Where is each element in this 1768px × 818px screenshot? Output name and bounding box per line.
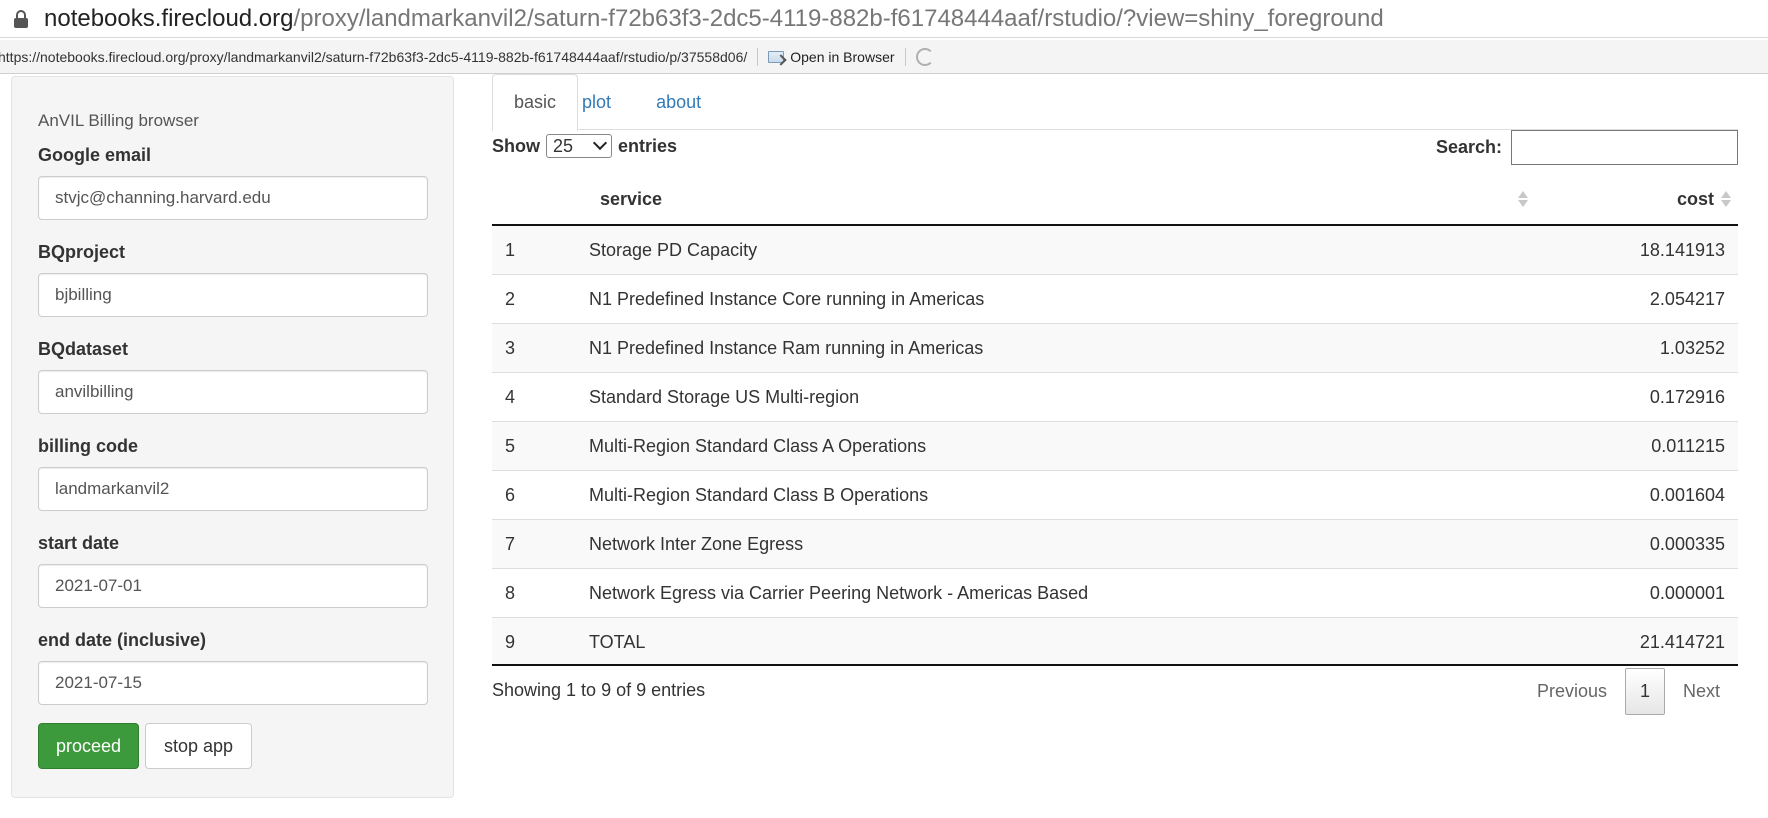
next-page-button[interactable]: Next — [1665, 668, 1738, 715]
table-row: 6 Multi-Region Standard Class B Operatio… — [492, 471, 1738, 520]
column-header-service[interactable]: service — [600, 189, 662, 210]
table-row: 8 Network Egress via Carrier Peering Net… — [492, 569, 1738, 618]
service-cell: N1 Predefined Instance Core running in A… — [589, 289, 985, 309]
service-cell: N1 Predefined Instance Ram running in Am… — [589, 338, 984, 358]
lock-icon — [14, 9, 28, 28]
url-path: /proxy/landmarkanvil2/saturn-f72b63f3-2d… — [293, 4, 1384, 32]
entries-label: entries — [618, 135, 678, 156]
end-date-field[interactable]: 2021-07-15 — [38, 661, 428, 705]
table-row: 3 N1 Predefined Instance Ram running in … — [492, 324, 1738, 373]
bqproject-field[interactable]: bjbilling — [38, 273, 428, 317]
start-date-label: start date — [38, 533, 120, 553]
row-index: 8 — [505, 583, 516, 603]
table-row: 1 Storage PD Capacity 18.141913 — [492, 226, 1738, 275]
row-index: 4 — [505, 387, 516, 407]
cost-cell: 0.000335 — [1649, 534, 1725, 554]
page-length-control: Show 25 entries — [492, 132, 677, 160]
previous-page-button[interactable]: Previous — [1519, 668, 1625, 715]
sort-icon[interactable] — [1518, 189, 1528, 209]
service-cell: Network Egress via Carrier Peering Netwo… — [589, 583, 1089, 603]
row-index: 3 — [505, 338, 516, 358]
table-body: 1 Storage PD Capacity 18.141913 2 N1 Pre… — [492, 226, 1738, 666]
address-text[interactable]: notebooks.firecloud.org/proxy/landmarkan… — [44, 5, 1384, 33]
cost-cell: 0.172916 — [1649, 387, 1725, 407]
entries-select[interactable]: 25 — [546, 134, 612, 158]
browser-url-bar[interactable]: notebooks.firecloud.org/proxy/landmarkan… — [0, 0, 1768, 38]
row-index: 7 — [505, 534, 516, 554]
proceed-button[interactable]: proceed — [38, 723, 139, 769]
service-cell: TOTAL — [589, 632, 646, 652]
row-index: 6 — [505, 485, 516, 505]
table-row: 4 Standard Storage US Multi-region 0.172… — [492, 373, 1738, 422]
service-cell: Multi-Region Standard Class B Operations — [589, 485, 929, 505]
service-cell: Storage PD Capacity — [589, 240, 758, 260]
tab-bar: basic plot about — [492, 74, 1738, 131]
cost-cell: 0.000001 — [1649, 583, 1725, 603]
cost-cell: 0.011215 — [1651, 436, 1725, 456]
toolbar-divider — [904, 47, 906, 66]
service-cell: Standard Storage US Multi-region — [589, 387, 860, 407]
cost-cell: 1.03252 — [1659, 338, 1725, 358]
main-panel: basic plot about Show 25 entries Search:… — [492, 74, 1738, 794]
table-info: Showing 1 to 9 of 9 entries — [492, 680, 706, 700]
cost-cell: 2.054217 — [1649, 289, 1725, 309]
open-window-icon — [768, 50, 785, 63]
open-in-browser-button[interactable]: Open in Browser — [768, 48, 895, 65]
table-header: service cost — [492, 175, 1738, 226]
row-index: 1 — [505, 240, 516, 260]
action-buttons: proceed stop app — [38, 723, 427, 769]
cost-cell: 21.414721 — [1639, 632, 1725, 652]
open-in-browser-label: Open in Browser — [790, 48, 895, 65]
service-cell: Multi-Region Standard Class A Operations — [589, 436, 927, 456]
row-index: 5 — [505, 436, 516, 456]
input-sidebar: AnVIL Billing browser Google email stvjc… — [11, 76, 454, 798]
table-row-total: 9 TOTAL 21.414721 — [492, 618, 1738, 666]
end-date-label: end date (inclusive) — [38, 630, 207, 650]
sort-icon[interactable] — [1721, 189, 1731, 209]
toolbar-divider — [757, 47, 759, 66]
cost-cell: 0.001604 — [1649, 485, 1725, 505]
viewer-url: https://notebooks.firecloud.org/proxy/la… — [0, 48, 748, 65]
start-date-field[interactable]: 2021-07-01 — [38, 564, 428, 608]
billing-code-field[interactable]: landmarkanvil2 — [38, 467, 428, 511]
show-label: Show — [492, 135, 540, 156]
entries-select-value: 25 — [553, 135, 574, 156]
bqdataset-label: BQdataset — [38, 339, 129, 359]
bqproject-label: BQproject — [38, 242, 126, 262]
table-search: Search: — [1436, 130, 1738, 165]
page-1-button[interactable]: 1 — [1624, 668, 1665, 715]
table-row: 2 N1 Predefined Instance Core running in… — [492, 275, 1738, 324]
app-title: AnVIL Billing browser — [38, 111, 199, 130]
row-index: 9 — [505, 632, 516, 652]
tab-basic[interactable]: basic — [492, 74, 579, 131]
search-label: Search: — [1435, 137, 1502, 157]
google-email-field[interactable]: stvjc@channing.harvard.edu — [38, 176, 428, 220]
search-input[interactable] — [1511, 130, 1738, 165]
cost-cell: 18.141913 — [1639, 240, 1725, 260]
viewer-toolbar: https://notebooks.firecloud.org/proxy/la… — [0, 40, 1768, 74]
pagination: Previous 1 Next — [1519, 668, 1738, 715]
tab-about[interactable]: about — [633, 74, 722, 130]
chevron-down-icon — [592, 135, 608, 151]
column-header-cost[interactable]: cost — [1677, 189, 1714, 210]
tab-plot[interactable]: plot — [578, 74, 633, 130]
refresh-icon[interactable] — [915, 47, 934, 66]
service-cell: Network Inter Zone Egress — [589, 534, 804, 554]
table-row: 7 Network Inter Zone Egress 0.000335 — [492, 520, 1738, 569]
bqdataset-field[interactable]: anvilbilling — [38, 370, 428, 414]
billing-code-label: billing code — [38, 436, 139, 456]
google-email-label: Google email — [38, 145, 152, 165]
row-index: 2 — [505, 289, 516, 309]
table-row: 5 Multi-Region Standard Class A Operatio… — [492, 422, 1738, 471]
url-host: notebooks.firecloud.org — [44, 4, 294, 32]
stop-app-button[interactable]: stop app — [145, 723, 252, 769]
